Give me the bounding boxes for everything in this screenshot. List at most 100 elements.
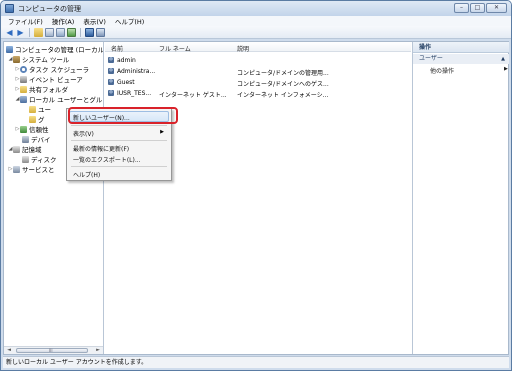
window-title: コンピュータの管理 <box>18 4 81 13</box>
help-icon[interactable] <box>85 27 94 37</box>
actions-section-users[interactable]: ユーザー ▲ <box>413 54 509 64</box>
shared-folder-icon <box>20 85 27 93</box>
tree-system-tools-label: システム ツール <box>22 56 70 64</box>
menu-help[interactable]: ヘルプ(H) <box>115 16 144 26</box>
menu-item-view[interactable]: 表示(V) <box>73 129 94 138</box>
scroll-right-arrow-icon[interactable]: ► <box>94 347 102 354</box>
minimize-button[interactable]: – <box>454 3 469 13</box>
user-icon <box>108 90 114 96</box>
event-viewer-icon <box>20 75 27 83</box>
collapse-caret-icon[interactable]: ▲ <box>501 54 505 64</box>
tree-local-users-label: ローカル ユーザーとグル <box>29 96 103 104</box>
list-item[interactable]: Guest コンピュータ/ドメインへのゲス... <box>105 77 411 88</box>
close-button[interactable]: ✕ <box>486 3 507 13</box>
menu-view[interactable]: 表示(V) <box>83 16 106 26</box>
actions-pane: 操作 ユーザー ▲ 他の操作 ▶ <box>412 42 509 354</box>
status-bar: 新しいローカル ユーザー アカウントを作成します。 <box>3 356 509 368</box>
column-name[interactable]: 名前 <box>111 44 123 53</box>
tree-device-manager[interactable]: デバイ <box>22 134 51 144</box>
column-description[interactable]: 説明 <box>237 44 249 53</box>
user-name: IUSR_TES... <box>117 90 152 97</box>
users-groups-icon <box>20 95 27 103</box>
tree-local-users[interactable]: ◢ ローカル ユーザーとグル <box>15 94 102 104</box>
menu-item-refresh[interactable]: 最新の情報に更新(F) <box>73 144 129 153</box>
list-column-header: 名前 フル ネーム 説明 <box>105 42 411 53</box>
users-list: 名前 フル ネーム 説明 admin Administra... コンピュータ/… <box>105 42 411 354</box>
tree-root-label: コンピュータの管理 (ローカル) <box>15 46 104 54</box>
properties-icon[interactable] <box>96 27 105 37</box>
menu-item-help[interactable]: ヘルプ(H) <box>73 170 100 179</box>
actions-title: 操作 <box>413 42 509 53</box>
actions-more-label: 他の操作 <box>430 68 455 75</box>
user-icon <box>108 79 114 85</box>
tools-icon <box>13 55 20 63</box>
column-full-name[interactable]: フル ネーム <box>159 44 191 53</box>
tree-device-manager-label: デバイ <box>31 136 51 144</box>
forward-arrow-icon[interactable]: ▶ <box>16 28 25 37</box>
tree-event-viewer[interactable]: ▷ イベント ビューア <box>15 74 83 84</box>
show-hide-tree-icon[interactable] <box>45 27 54 37</box>
computer-icon <box>6 45 13 53</box>
folder-icon <box>29 115 36 123</box>
tree-services-label: サービスと <box>22 166 55 174</box>
tree-task-scheduler-label: タスク スケジューラ <box>29 66 90 74</box>
user-name: admin <box>117 57 136 64</box>
tree-shared-folders-label: 共有フォルダ <box>29 86 68 94</box>
computer-management-icon <box>5 4 14 13</box>
menu-file[interactable]: ファイル(F) <box>8 16 43 26</box>
folder-icon <box>29 105 36 113</box>
device-manager-icon <box>22 135 29 143</box>
menu-bar: ファイル(F) 操作(A) 表示(V) ヘルプ(H) <box>1 16 511 26</box>
content-area: コンピュータの管理 (ローカル) ◢ システム ツール ▷ タスク スケジューラ… <box>3 41 509 355</box>
clock-icon <box>20 65 27 73</box>
toolbar-separator <box>29 27 30 37</box>
tree-users-folder-label: ユー <box>38 106 51 114</box>
list-item[interactable]: admin <box>105 55 411 65</box>
tree-services[interactable]: ▷ サービスと <box>8 164 55 174</box>
user-full-name: インターネット ゲスト... <box>159 92 227 99</box>
tree-storage-label: 記憶域 <box>22 146 42 154</box>
disk-management-icon <box>22 155 29 163</box>
maximize-button[interactable]: □ <box>470 3 485 13</box>
tree-task-scheduler[interactable]: ▷ タスク スケジューラ <box>15 64 89 74</box>
title-bar: コンピュータの管理 – □ ✕ <box>1 1 511 16</box>
user-icon <box>108 57 114 63</box>
tree-storage[interactable]: ◢ 記憶域 <box>8 144 42 154</box>
tree-system-tools[interactable]: ◢ システム ツール <box>8 54 69 64</box>
back-arrow-icon[interactable]: ◀ <box>5 28 14 37</box>
submenu-arrow-icon: ▶ <box>160 129 164 135</box>
refresh-icon[interactable] <box>67 27 76 37</box>
performance-icon <box>20 125 27 133</box>
menu-separator <box>71 140 167 141</box>
tree-event-viewer-label: イベント ビューア <box>29 76 83 84</box>
tree-users-folder[interactable]: ユー <box>29 104 51 114</box>
submenu-arrow-icon: ▶ <box>504 66 508 72</box>
list-item[interactable]: IUSR_TES... インターネット ゲスト... インターネット インフォメ… <box>105 88 411 99</box>
tree-groups-folder[interactable]: グ <box>29 114 45 124</box>
export-icon[interactable] <box>56 27 65 37</box>
up-folder-icon[interactable] <box>34 27 43 37</box>
scrollbar-grip: III <box>49 348 53 353</box>
user-name: Guest <box>117 79 135 86</box>
menu-action[interactable]: 操作(A) <box>52 16 75 26</box>
computer-management-window: コンピュータの管理 – □ ✕ ファイル(F) 操作(A) 表示(V) ヘルプ(… <box>0 0 512 371</box>
menu-item-export-list[interactable]: 一覧のエクスポート(L)... <box>73 155 141 164</box>
tree-disk-management[interactable]: ディスク <box>22 154 57 164</box>
scrollbar-thumb[interactable]: III <box>16 348 88 353</box>
tree-reliability[interactable]: ▷ 信頼性 <box>15 124 49 134</box>
scroll-left-arrow-icon[interactable]: ◄ <box>5 347 13 354</box>
actions-more[interactable]: 他の操作 ▶ <box>430 66 508 75</box>
toolbar-separator <box>80 27 81 37</box>
user-description: コンピュータ/ドメインへのゲス... <box>237 81 329 88</box>
menu-separator <box>71 125 167 126</box>
user-icon <box>108 68 114 74</box>
toolbar: ◀ ▶ <box>1 26 511 39</box>
tree-shared-folders[interactable]: ▷ 共有フォルダ <box>15 84 68 94</box>
tree-reliability-label: 信頼性 <box>29 126 49 134</box>
list-item[interactable]: Administra... コンピュータ/ドメインの管理用... <box>105 66 411 77</box>
tree-horizontal-scrollbar[interactable]: ◄ III ► <box>4 346 103 354</box>
tree-root[interactable]: コンピュータの管理 (ローカル) <box>6 44 104 54</box>
console-tree: コンピュータの管理 (ローカル) ◢ システム ツール ▷ タスク スケジューラ… <box>4 42 104 354</box>
services-icon <box>13 165 20 173</box>
user-description: コンピュータ/ドメインの管理用... <box>237 70 329 77</box>
